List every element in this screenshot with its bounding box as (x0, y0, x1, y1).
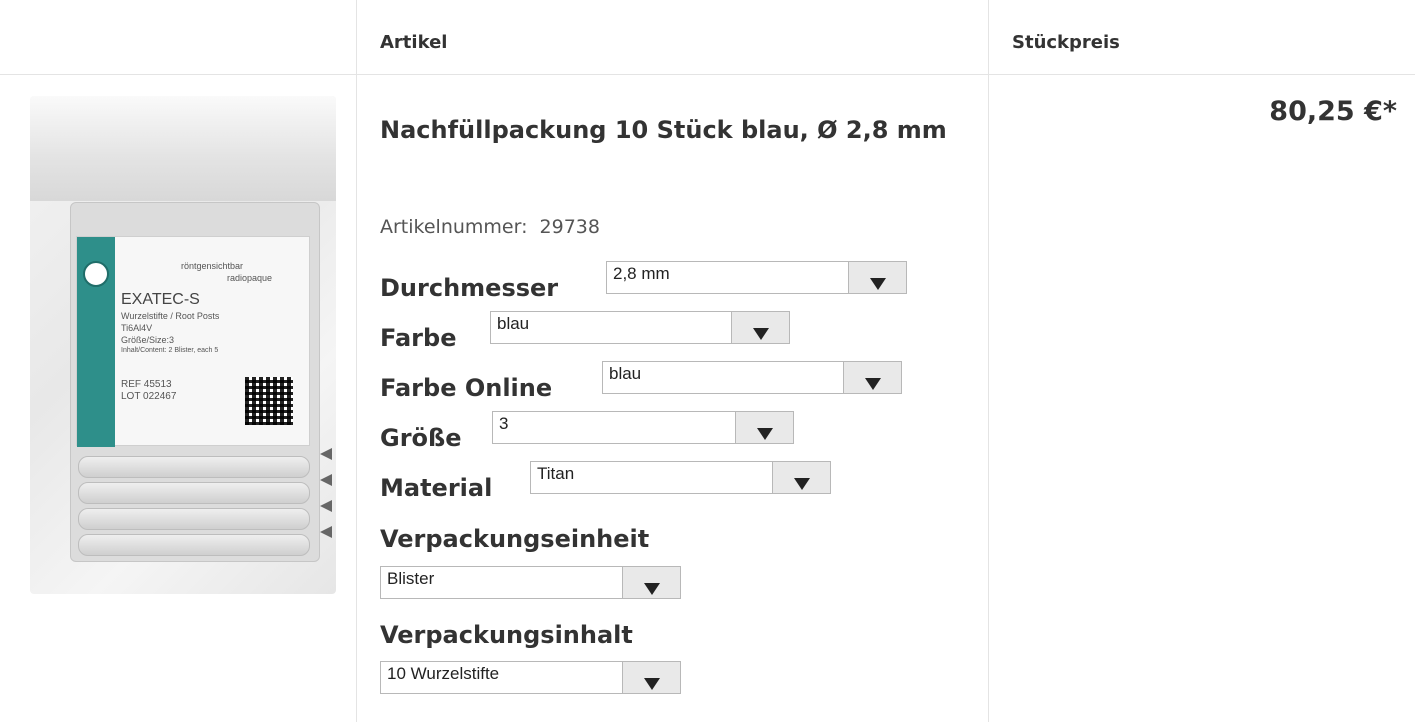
root-post-slot (78, 456, 310, 478)
label-size: Größe/Size:3 (121, 335, 175, 345)
chevron-down-icon (865, 378, 881, 390)
package-bag-top (30, 96, 336, 201)
label-description: Wurzelstifte / Root Posts (121, 311, 220, 321)
brand-logo-icon (83, 261, 109, 287)
blister-tooth-icon (320, 474, 332, 486)
select-button[interactable] (843, 362, 901, 393)
column-header-price: Stückpreis (1012, 32, 1120, 53)
farbe-select[interactable]: blau (490, 311, 790, 344)
header-divider (0, 74, 1415, 75)
option-label-verpackungsinhalt: Verpackungsinhalt (380, 621, 633, 649)
label-ref: REF 45513 (121, 379, 172, 390)
select-button[interactable] (772, 462, 830, 493)
product-image[interactable]: röntgensichtbar radiopaque EXATEC-S Wurz… (30, 96, 336, 594)
chevron-down-icon (644, 583, 660, 595)
blister-tooth-icon (320, 448, 332, 460)
label-product-name: EXATEC-S (121, 291, 200, 308)
column-header-article: Artikel (380, 32, 448, 53)
chevron-down-icon (794, 478, 810, 490)
option-label-material: Material (380, 474, 493, 502)
article-number: Artikelnummer: 29738 (380, 216, 600, 238)
column-divider (356, 0, 357, 722)
durchmesser-select[interactable]: 2,8 mm (606, 261, 907, 294)
product-table: Artikel Stückpreis röntgensichtbar radio… (0, 0, 1415, 722)
groesse-select[interactable]: 3 (492, 411, 794, 444)
farbe-online-select[interactable]: blau (602, 361, 902, 394)
article-number-label: Artikelnummer: (380, 216, 528, 238)
option-label-groesse: Größe (380, 424, 462, 452)
verpackungsinhalt-select[interactable]: 10 Wurzelstifte (380, 661, 681, 694)
blister-tooth-icon (320, 500, 332, 512)
chevron-down-icon (753, 328, 769, 340)
column-divider (988, 0, 989, 722)
package-label: röntgensichtbar radiopaque EXATEC-S Wurz… (76, 236, 310, 447)
label-radio-text: röntgensichtbar (181, 261, 244, 271)
select-button[interactable] (622, 567, 680, 598)
label-radio-text: radiopaque (227, 273, 273, 283)
option-label-farbe-online: Farbe Online (380, 374, 553, 402)
root-post-slot (78, 534, 310, 556)
product-title[interactable]: Nachfüllpackung 10 Stück blau, Ø 2,8 mm (380, 112, 950, 149)
root-post-slot (78, 508, 310, 530)
article-number-value: 29738 (539, 216, 600, 238)
option-label-farbe: Farbe (380, 324, 457, 352)
chevron-down-icon (870, 278, 886, 290)
material-select[interactable]: Titan (530, 461, 831, 494)
select-button[interactable] (622, 662, 680, 693)
chevron-down-icon (644, 678, 660, 690)
datamatrix-code-icon (245, 377, 293, 425)
chevron-down-icon (757, 428, 773, 440)
label-material: Ti6Al4V (121, 323, 153, 333)
select-button[interactable] (735, 412, 793, 443)
select-button[interactable] (731, 312, 789, 343)
option-label-durchmesser: Durchmesser (380, 274, 559, 302)
label-brand-strip (77, 237, 115, 447)
select-button[interactable] (848, 262, 906, 293)
root-post-slot (78, 482, 310, 504)
label-content: Inhalt/Content: 2 Blister, each 5 (121, 347, 219, 354)
unit-price: 80,25 €* (1269, 96, 1397, 127)
blister-tooth-icon (320, 526, 332, 538)
option-label-verpackungseinheit: Verpackungseinheit (380, 525, 650, 553)
verpackungseinheit-select[interactable]: Blister (380, 566, 681, 599)
label-lot: LOT 022467 (121, 391, 177, 402)
